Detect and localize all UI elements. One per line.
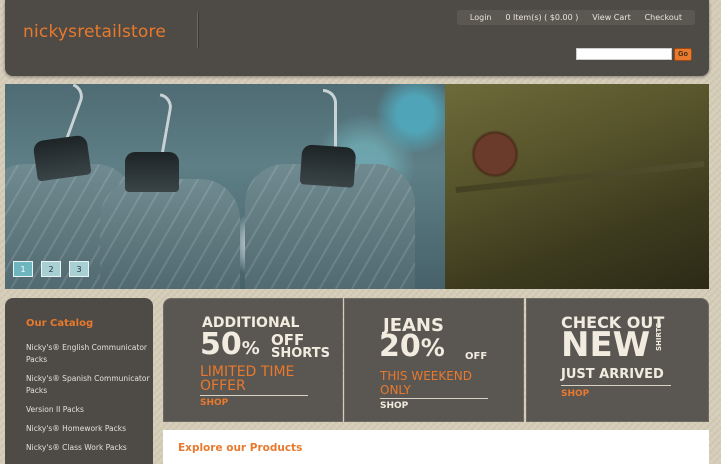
catalog-item-classwork[interactable]: Nicky's® Class Work Packs xyxy=(26,442,151,454)
catalog-item-spanish[interactable]: Nicky's® Spanish Communicator Packs xyxy=(26,373,151,397)
slider-page-3[interactable]: 3 xyxy=(69,261,89,277)
top-nav: Login 0 Item(s) ( $0.00 ) View Cart Chec… xyxy=(457,10,695,25)
search-go-button[interactable]: Go xyxy=(674,48,692,61)
slider-page-2[interactable]: 2 xyxy=(41,261,61,277)
promo-percent: 50% xyxy=(200,327,260,362)
login-link[interactable]: Login xyxy=(470,13,492,22)
promo-subline-2: ONLY xyxy=(380,383,411,397)
slider-page-1[interactable]: 1 xyxy=(13,261,33,277)
promo-percent-value: 20 xyxy=(379,329,421,364)
promo-shop-link[interactable]: SHOP xyxy=(561,389,589,399)
promo-jeans-banner[interactable]: JEANS 20% OFF THIS WEEKEND ONLY SHOP xyxy=(344,298,524,422)
hangers-jeans-image xyxy=(5,84,445,289)
promo-side-label: SHIRTS xyxy=(655,322,663,351)
catalog-list: Nicky's® English Communicator Packs Nick… xyxy=(26,342,151,461)
hanger-clip xyxy=(32,134,92,182)
promo-rule xyxy=(200,395,308,396)
cart-summary-link[interactable]: 0 Item(s) ( $0.00 ) xyxy=(505,13,578,22)
promo-percent-sign: % xyxy=(241,338,260,359)
hanger-hook-icon xyxy=(323,89,337,149)
hanger-clip xyxy=(125,152,179,192)
promo-item: SHORTS xyxy=(271,346,330,361)
checkout-link[interactable]: Checkout xyxy=(645,13,682,22)
promo-rule xyxy=(561,385,671,386)
catalog-title: Our Catalog xyxy=(26,318,94,329)
slider-pager: 1 2 3 xyxy=(13,261,89,277)
logo-divider xyxy=(197,12,198,48)
search-input[interactable] xyxy=(576,48,672,60)
promo-new-shirts-banner[interactable]: CHECK OUT NEW SHIRTS JUST ARRIVED SHOP xyxy=(526,298,709,422)
promo-shop-link[interactable]: SHOP xyxy=(200,398,228,408)
hanger-hook-icon xyxy=(149,93,175,155)
explore-title: Explore our Products xyxy=(178,442,303,454)
hanger-hook-icon xyxy=(53,84,87,145)
store-logo[interactable]: nickysretailstore xyxy=(23,22,166,42)
promo-off: OFF xyxy=(465,351,488,362)
promo-shop-link[interactable]: SHOP xyxy=(380,401,408,411)
catalog-item-version-ii[interactable]: Version II Packs xyxy=(26,404,151,416)
catalog-item-english[interactable]: Nicky's® English Communicator Packs xyxy=(26,342,151,366)
promo-new-label: NEW xyxy=(561,325,651,365)
promo-subline-1: THIS WEEKEND xyxy=(380,369,473,383)
promo-percent-value: 50 xyxy=(200,327,242,362)
promo-shorts-banner[interactable]: ADDITIONAL 50% OFF SHORTS LIMITED TIME O… xyxy=(163,298,343,422)
promo-rule xyxy=(380,398,488,399)
promo-subline-1: JUST ARRIVED xyxy=(561,367,664,382)
site-header: nickysretailstore Login 0 Item(s) ( $0.0… xyxy=(5,0,709,76)
promo-subline-2: OFFER xyxy=(200,378,246,394)
jeans-fabric xyxy=(100,179,240,289)
catalog-item-homework[interactable]: Nicky's® Homework Packs xyxy=(26,423,151,435)
explore-section: Explore our Products xyxy=(163,430,709,464)
hanger-clip xyxy=(299,144,357,188)
promo-percent: 20% xyxy=(379,329,445,364)
hero-slider[interactable]: 1 2 3 xyxy=(5,84,709,289)
view-cart-link[interactable]: View Cart xyxy=(592,13,630,22)
promo-percent-sign: % xyxy=(420,334,445,362)
catalog-sidebar: Our Catalog Nicky's® English Communicato… xyxy=(5,298,153,464)
